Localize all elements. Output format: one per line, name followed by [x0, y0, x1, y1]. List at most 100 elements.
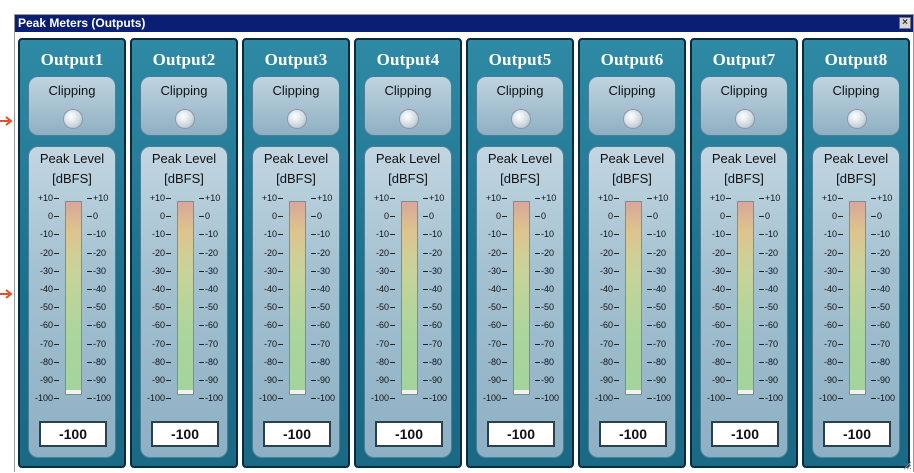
scale-tick-label: -30 [317, 265, 331, 276]
scale-tick-label: -70 [599, 338, 613, 349]
scale-tick-mark [311, 398, 316, 400]
scale-tick-label: -100 [370, 393, 389, 404]
scale-tick-mark [423, 325, 428, 327]
peak-level-fill [290, 390, 305, 394]
scale-tick-label: -50 [711, 302, 725, 313]
scale-tick-mark [614, 216, 619, 218]
scale-tick-mark [199, 398, 204, 400]
scale-tick-label: -50 [653, 302, 667, 313]
scale-tick-mark [390, 325, 395, 327]
peak-level-label: Peak Level [151, 151, 217, 166]
scale-tick-label: -100 [877, 393, 896, 404]
scale-tick-mark [278, 270, 283, 272]
scale-tick-label: -80 [317, 356, 331, 367]
window-titlebar[interactable]: Peak Meters (Outputs) × [15, 15, 913, 32]
scale-tick-label: -10 [93, 229, 107, 240]
scale-tick-mark [423, 380, 428, 381]
scale-tick-label: -70 [877, 338, 891, 349]
peak-level-panel: Peak Level [dBFS] +10 0 -10 -20 -30 -40 -50 -60 -7… [812, 146, 900, 458]
peak-level-fill [402, 390, 417, 394]
scale-tick-mark [535, 343, 540, 345]
scale-tick-label: -60 [653, 320, 667, 331]
scale-tick-mark [535, 289, 540, 290]
scale-tick-label: -50 [765, 302, 779, 313]
scale-tick-mark [199, 325, 204, 327]
peak-level-panel: Peak Level [dBFS] +10 0 -10 -20 -30 -40 -50 -60 -7… [476, 146, 564, 458]
scale-tick-label: -100 [541, 393, 560, 404]
scale-tick-mark [502, 361, 507, 363]
scale-tick-mark [166, 343, 171, 345]
scale-tick-label: -90 [487, 375, 501, 385]
scale-tick-mark [759, 216, 764, 218]
close-icon[interactable]: × [899, 17, 911, 29]
channel-strip: Output7 Clipping Peak Level [dBFS] +10 0 -10 -2… [690, 38, 798, 468]
scale-tick-label: -70 [93, 338, 107, 349]
scale-tick-mark [390, 380, 395, 381]
scale-tick-mark [278, 252, 283, 254]
clipping-panel: Clipping [700, 76, 788, 136]
peak-level-bar [625, 201, 642, 395]
scale-tick-mark [759, 343, 764, 345]
channel-name: Output1 [40, 50, 104, 69]
meter-scale-right: +10 0 -10 -20 -30 -40 -50 -60 -70 -80 -90 -100 [647, 194, 677, 403]
scale-tick-label: 0 [383, 211, 389, 222]
scale-tick-mark [199, 234, 204, 236]
clipping-panel: Clipping [588, 76, 676, 136]
channel-name: Output8 [824, 50, 888, 69]
scale-tick-mark [311, 289, 316, 290]
scale-tick-label: -30 [93, 265, 107, 276]
scale-tick-mark [502, 216, 507, 218]
scale-tick-mark [87, 252, 92, 254]
scale-tick-mark [647, 325, 652, 327]
scale-tick-mark [614, 252, 619, 254]
scale-tick-label: -50 [375, 302, 389, 313]
scale-tick-label: 0 [317, 211, 323, 222]
scale-tick-mark [502, 307, 507, 309]
scale-tick-mark [87, 307, 92, 309]
peak-level-bar [65, 201, 82, 395]
scale-tick-label: -60 [375, 320, 389, 331]
scale-tick-mark [278, 361, 283, 363]
meter-scale-left: +10 0 -10 -20 -30 -40 -50 -60 -70 -80 -90 -100 [253, 194, 283, 403]
scale-tick-label: -100 [317, 393, 336, 404]
scale-tick-label: -80 [39, 356, 53, 367]
peak-level-panel: Peak Level [dBFS] +10 0 -10 -20 -30 -40 -50 -60 -7… [252, 146, 340, 458]
clipping-led-icon [847, 109, 867, 129]
scale-tick-label: 0 [271, 211, 277, 222]
scale-tick-mark [614, 380, 619, 381]
scale-tick-label: -40 [711, 284, 725, 294]
resize-grip-icon[interactable] [902, 460, 912, 470]
scale-tick-mark [199, 270, 204, 272]
scale-tick-label: -40 [263, 284, 277, 294]
scale-tick-mark [535, 270, 540, 272]
scale-tick-mark [647, 307, 652, 309]
peak-value-readout: -100 [263, 421, 331, 447]
scale-tick-label: -60 [599, 320, 613, 331]
scale-tick-mark [535, 198, 540, 199]
scale-tick-label: +10 [485, 193, 501, 203]
scale-tick-label: -50 [317, 302, 331, 313]
scale-tick-mark [647, 361, 652, 363]
scale-tick-mark [838, 343, 843, 345]
scale-tick-label: -80 [487, 356, 501, 367]
scale-tick-mark [166, 289, 171, 290]
scale-tick-label: -70 [653, 338, 667, 349]
scale-tick-label: 0 [47, 211, 53, 222]
scale-tick-label: -80 [263, 356, 277, 367]
scale-tick-label: -40 [877, 284, 891, 294]
scale-tick-mark [199, 361, 204, 363]
scale-tick-mark [278, 325, 283, 327]
scale-tick-label: +10 [37, 193, 53, 203]
scale-tick-mark [166, 307, 171, 309]
scale-tick-mark [311, 343, 316, 345]
scale-tick-label: -90 [653, 375, 667, 385]
scale-tick-label: -20 [93, 247, 107, 258]
scale-tick-mark [838, 307, 843, 309]
scale-tick-mark [54, 270, 59, 272]
scale-tick-label: -70 [375, 338, 389, 349]
peak-level-bar [289, 201, 306, 395]
scale-tick-mark [166, 325, 171, 327]
clipping-led-icon [511, 109, 531, 129]
meter-scale-right: +10 0 -10 -20 -30 -40 -50 -60 -70 -80 -90 -100 [535, 194, 565, 403]
arrow-right-icon [0, 116, 14, 126]
